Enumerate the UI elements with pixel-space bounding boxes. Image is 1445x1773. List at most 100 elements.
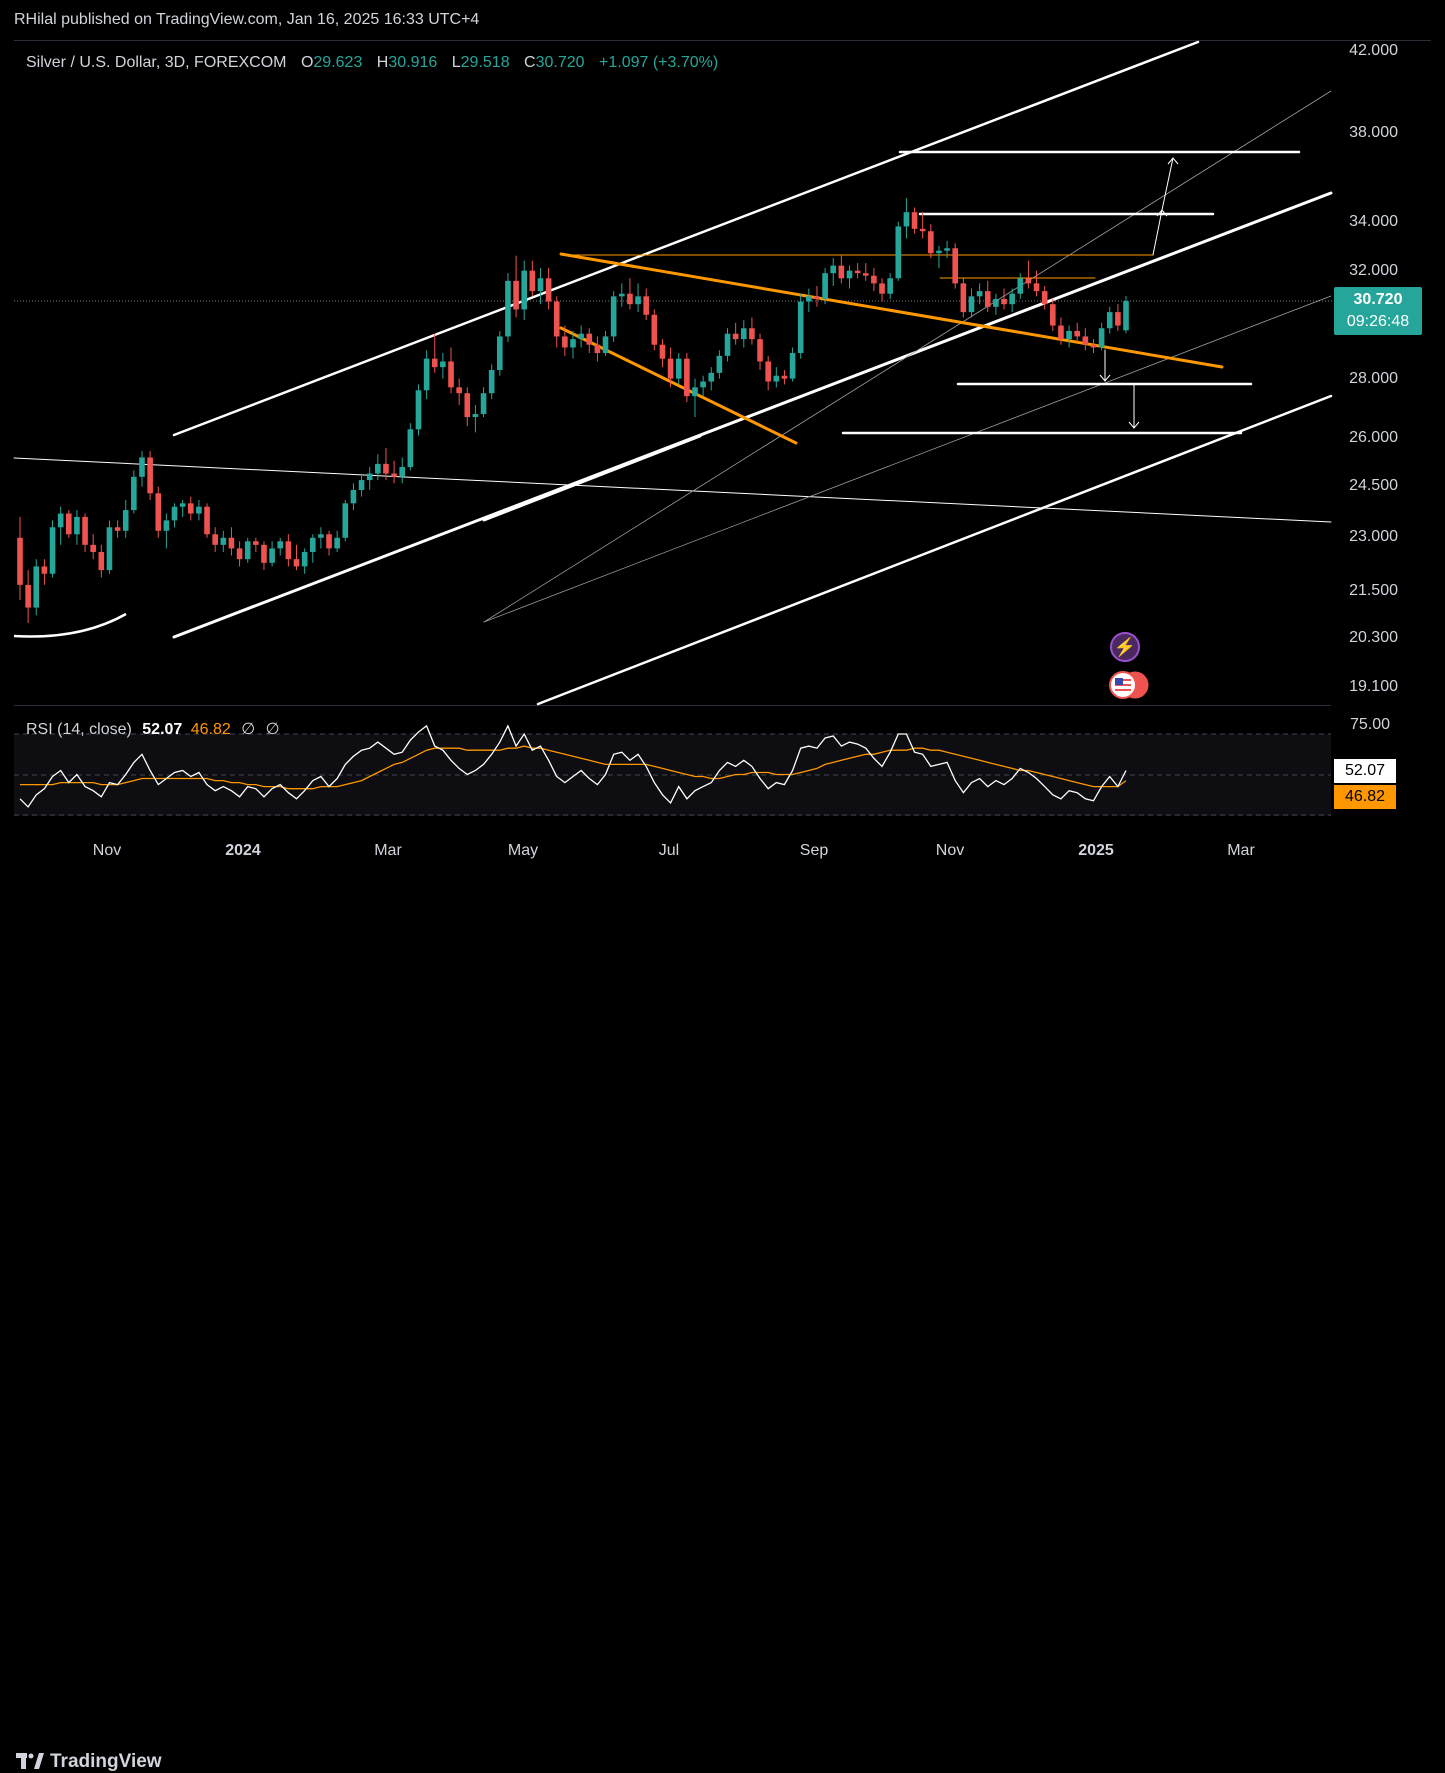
candle-up [675,358,682,379]
x-axis-tick-label: 2025 [1078,842,1114,859]
candle-up [366,473,373,481]
candle-down [1082,336,1089,345]
rsi-extra-2: ∅ [265,721,280,738]
candle-up [440,361,446,368]
candle-down [187,503,194,514]
y-axis-tick-label: 19.100 [1349,678,1398,695]
candle-up [797,301,804,354]
candle-up [1009,293,1015,305]
candle-up [139,457,145,477]
candle-up [708,372,715,382]
candle-down [659,344,666,359]
candle-up [602,336,609,354]
candle-up [887,278,893,294]
candle-up [822,273,828,299]
candle-up [309,537,316,552]
candle-down [236,548,243,560]
candle-up [269,548,275,563]
open-label: O [300,54,314,71]
candle-down [684,358,690,397]
tradingview-logo[interactable]: TradingView [16,1751,162,1773]
x-axis-tick-label: Jul [659,842,679,859]
lightning-icon[interactable]: ⚡ [1110,632,1140,662]
candle-down [1115,312,1121,326]
candle-up [773,375,780,382]
candle-down [586,333,593,345]
candle-up [830,265,837,274]
candle-up [488,370,495,394]
x-axis-tick-label: Sep [800,842,829,859]
candle-up [993,298,999,307]
candle-down [651,314,658,345]
channel-lower-line [536,394,1333,706]
x-axis-tick-label: Mar [374,842,402,859]
y-axis-tick-label: 42.000 [1349,42,1398,59]
candle-up [472,414,479,418]
y-axis-tick-label: 28.000 [1349,370,1398,387]
candle-up [342,503,349,538]
candle-up [301,551,308,567]
y-axis-tick-label: 21.500 [1349,582,1398,599]
candle-down [545,278,552,302]
candle-down [513,280,519,310]
candle-down [253,541,259,545]
projection-up-1 [1152,209,1163,256]
candle-down [911,212,918,229]
candle-down [391,473,397,477]
candle-up [537,278,544,292]
candle-up [976,291,983,297]
candle-up [740,328,747,340]
candle-up [497,336,503,371]
candle-down [383,463,389,474]
bar-countdown: 09:26:48 [1346,313,1410,330]
candle-up [220,537,227,545]
candle-up [415,390,422,430]
candle-up [131,476,137,511]
open-value: 29.623 [313,54,363,71]
candle-up [635,296,641,305]
candle-up [789,353,796,379]
candle-up [277,541,284,549]
candle-up [895,226,902,279]
candle-down [952,248,959,284]
candle-down [98,551,105,571]
candle-down [1058,325,1064,340]
candle-up [399,467,406,477]
candle-up [1098,328,1105,348]
x-axis-tick-label: May [508,842,538,859]
candle-up [106,527,113,571]
candle-up [806,296,812,302]
candle-down [114,527,121,531]
last-price: 30.720 [1353,291,1403,308]
y-axis-tick-label: 32.000 [1349,262,1398,279]
candle-up [724,333,731,356]
candle-down [919,228,926,232]
pane-separator [14,705,1331,706]
candle-up [1066,330,1072,340]
candle-down [261,544,267,563]
candle-down [1041,291,1048,305]
candle-down [553,301,560,337]
high-value: 30.916 [388,54,438,71]
candle-up [196,506,202,514]
channel-middle-line [172,191,1333,639]
candle-up [74,516,80,535]
candle-down [147,457,153,494]
candle-down [781,375,788,379]
candle-up [846,270,853,279]
y-axis-tick-label: 23.000 [1349,528,1398,545]
price-chart-svg[interactable]: 42.000 38.000 34.000 32.000 28.000 26.000 24.5… [0,0,1445,922]
candle-down [464,393,471,418]
candle-up [358,480,365,490]
candle-up [407,429,414,468]
candle-up [350,489,357,504]
candle-up [716,355,723,373]
candle-down [862,273,869,276]
channel-quarter-line-lower [483,295,1332,623]
candle-up [244,541,251,560]
candle-down [155,493,162,531]
us-flag-icon[interactable] [1108,670,1150,700]
candle-down [984,291,991,307]
rsi-extra-1: ∅ [241,721,256,738]
candle-down [667,358,674,379]
